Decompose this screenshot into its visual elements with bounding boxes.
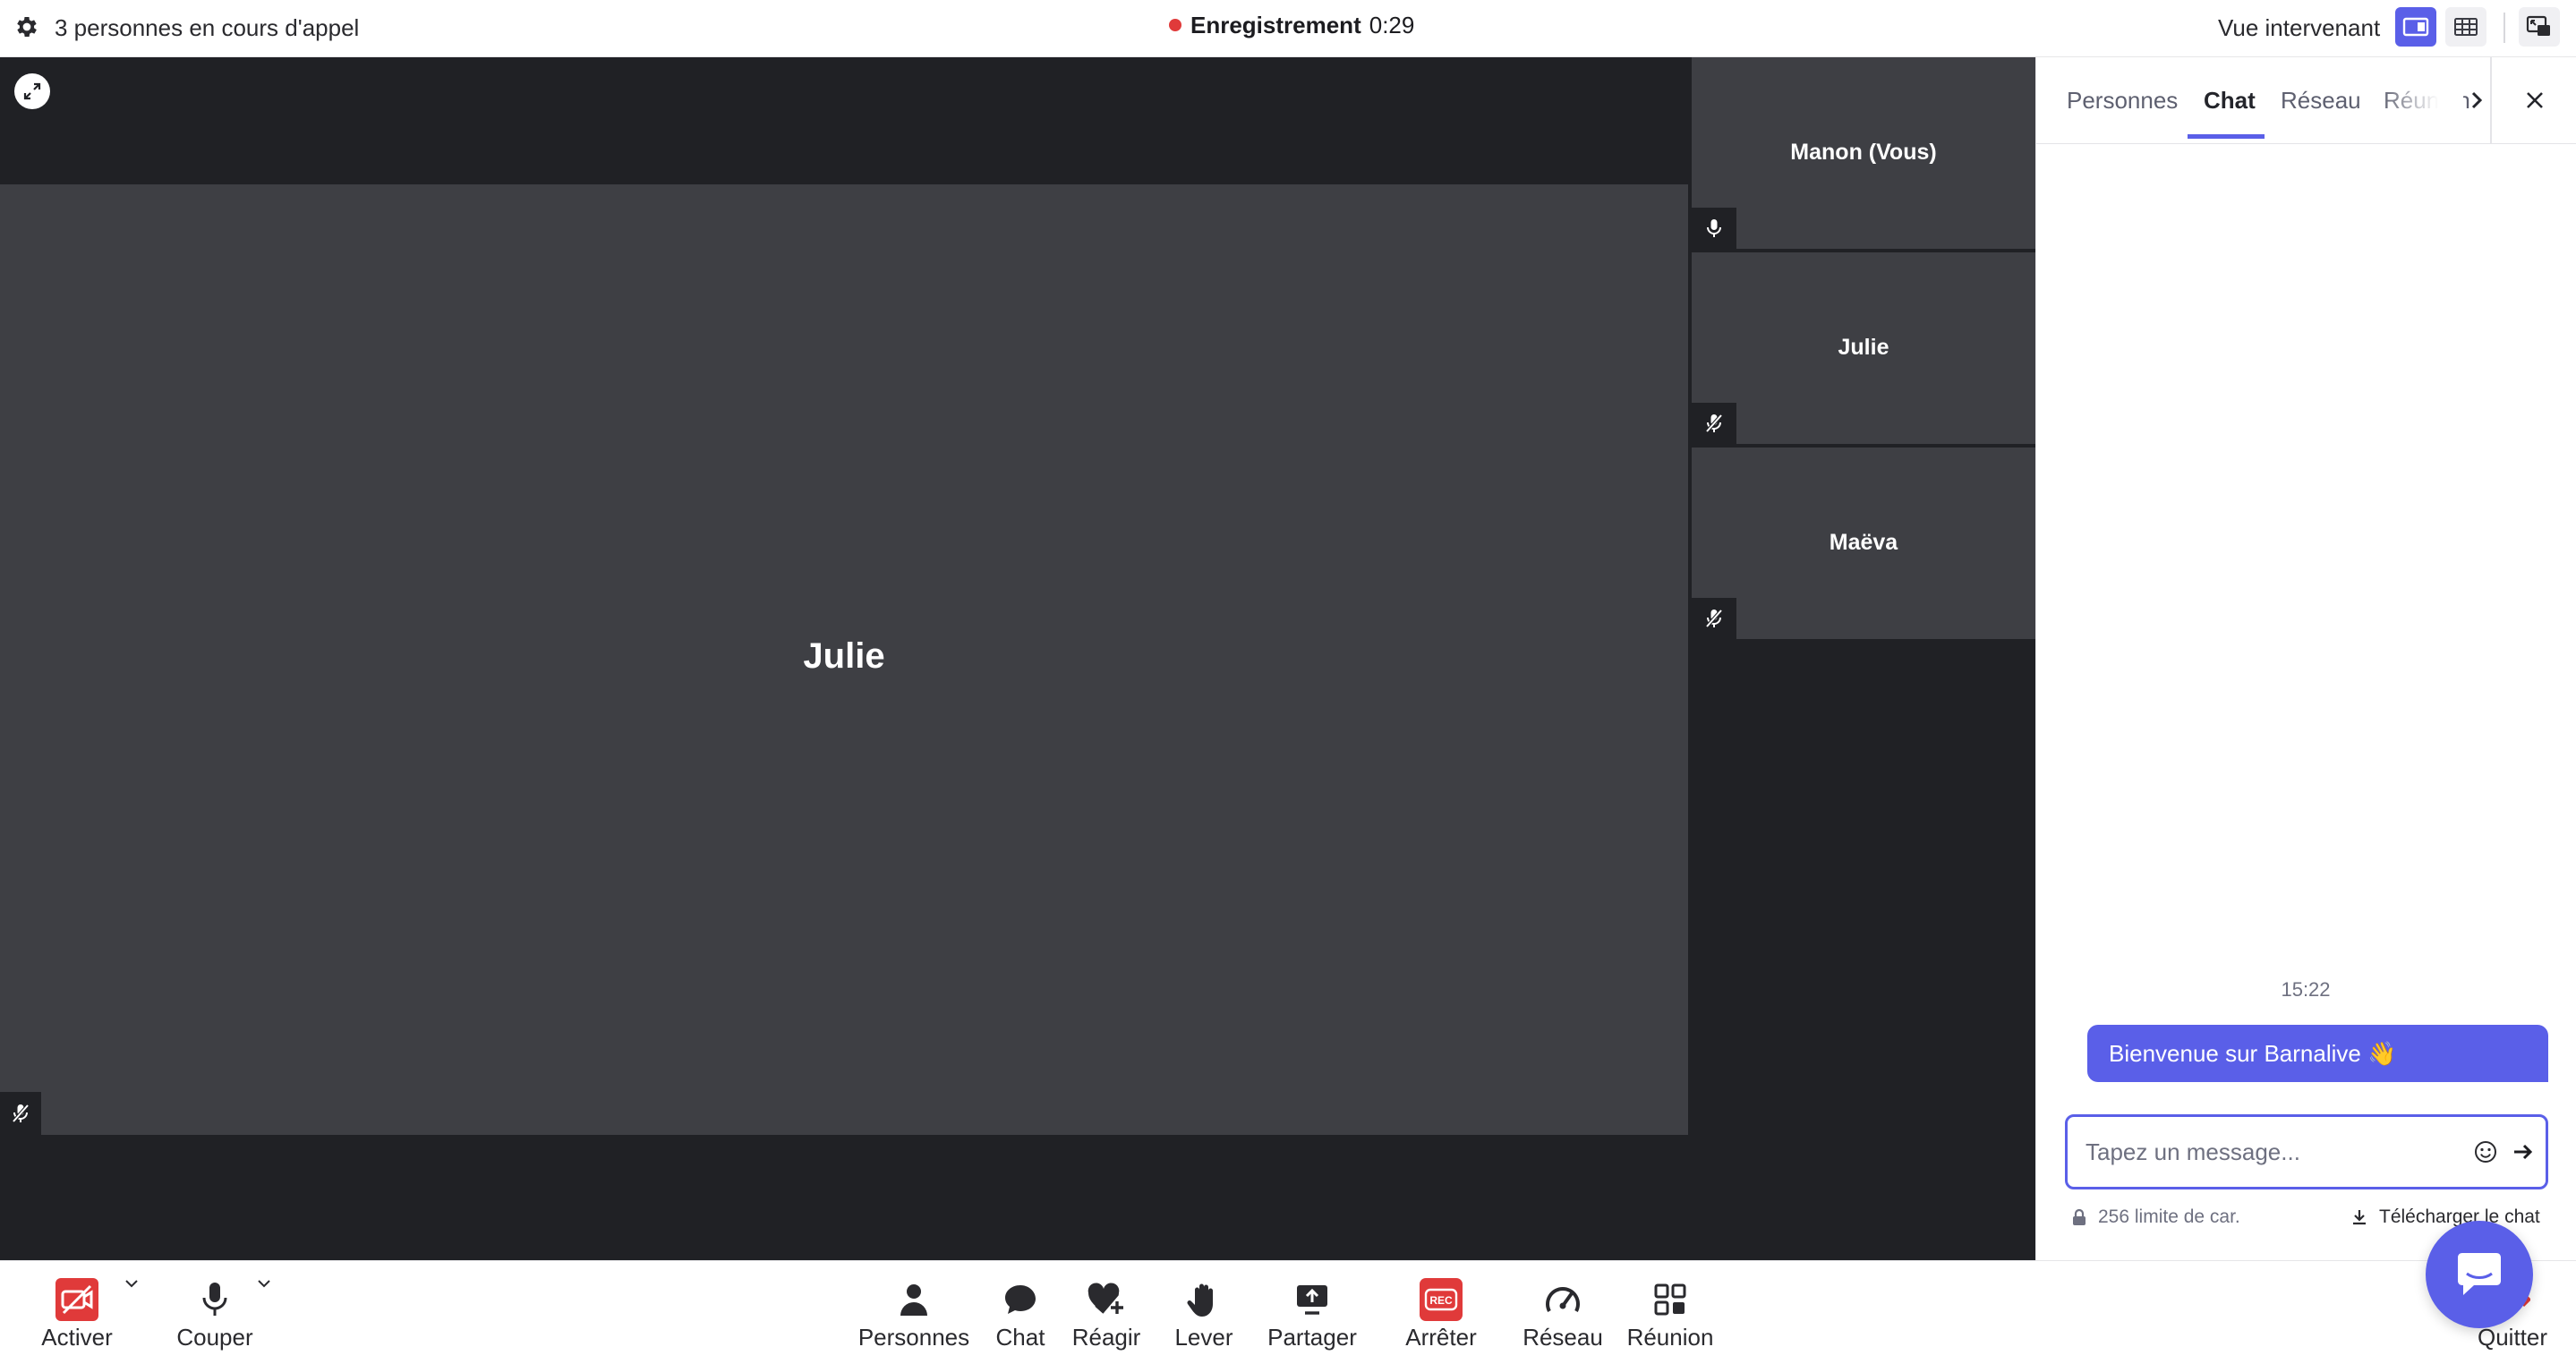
main-participant-name: Julie (803, 636, 885, 676)
main-tile-mic-status (0, 1092, 41, 1135)
tabs-divider (2490, 57, 2492, 143)
people-count: 3 personnes en cours d'appel (55, 14, 360, 41)
participant-name: Manon (Vous) (1790, 140, 1937, 165)
raise-hand-button[interactable]: Lever (1164, 1261, 1244, 1364)
emoji-button[interactable] (2469, 1135, 2503, 1169)
active-tab-indicator (2188, 134, 2265, 139)
recording-label: Enregistrement (1190, 12, 1361, 38)
react-button[interactable]: Réagir (1062, 1261, 1151, 1364)
emoji-icon (2475, 1141, 2496, 1163)
rec-badge-text: REC (1429, 1294, 1453, 1307)
expand-icon (23, 82, 41, 100)
participant-name: Maëva (1829, 530, 1898, 555)
chat-label: Chat (995, 1324, 1045, 1351)
fullscreen-button[interactable] (14, 73, 50, 109)
video-stage: Julie Manon (Vous) Julie Maëva (0, 57, 2035, 1260)
people-label: Personnes (857, 1324, 970, 1351)
chat-bubble-icon (998, 1277, 1043, 1322)
download-icon (2353, 1210, 2366, 1225)
chat-timestamp: 15:22 (2281, 978, 2331, 1001)
stop-recording-button[interactable]: REC Arrêter (1396, 1261, 1486, 1364)
mic-options-button[interactable] (254, 1261, 274, 1364)
char-limit: 256 limite de car. (2071, 1206, 2240, 1228)
gear-icon (17, 17, 37, 37)
char-limit-label: 256 limite de car. (2098, 1206, 2240, 1227)
recording-dot-icon (1169, 19, 1181, 31)
share-label: Partager (1267, 1324, 1357, 1351)
meeting-label: Réunion (1626, 1324, 1714, 1351)
meeting-button[interactable]: Réunion (1620, 1261, 1720, 1364)
chat-input-box (2065, 1114, 2548, 1189)
microphone-icon (192, 1277, 237, 1322)
network-button[interactable]: Réseau (1520, 1261, 1606, 1364)
chevron-down-icon (254, 1274, 274, 1293)
close-icon (2527, 92, 2543, 108)
bottom-toolbar: Activer Couper Personnes Chat Réagir Lev… (0, 1260, 2576, 1364)
person-icon (891, 1277, 936, 1322)
camera-button[interactable]: Activer (32, 1261, 122, 1364)
chat-support-button[interactable] (2426, 1221, 2533, 1328)
camera-off-icon (55, 1277, 99, 1322)
hand-icon (1181, 1277, 1226, 1322)
view-separator (2503, 13, 2505, 43)
send-arrow-icon (2514, 1144, 2533, 1160)
rec-icon: REC (1419, 1277, 1463, 1322)
participant-tile[interactable]: Maëva (1692, 448, 2035, 639)
grid-view-button[interactable] (2445, 7, 2486, 47)
mic-off-icon (1705, 413, 1723, 433)
chevron-right-icon (2471, 91, 2483, 109)
download-chat-button[interactable]: Télécharger le chat (2350, 1206, 2540, 1228)
send-button[interactable] (2506, 1135, 2540, 1169)
chat-button[interactable]: Chat (985, 1261, 1056, 1364)
tab-chat[interactable]: Chat (2204, 57, 2256, 144)
participant-tile[interactable]: Manon (Vous) (1692, 57, 2035, 249)
participant-tile[interactable]: Julie (1692, 252, 2035, 444)
recording-time: 0:29 (1369, 12, 1415, 38)
speaker-view-button[interactable] (2395, 7, 2436, 47)
grid-view-icon (2454, 18, 2478, 36)
lock-icon (2073, 1208, 2086, 1225)
camera-label: Activer (41, 1324, 113, 1351)
settings-button[interactable] (13, 13, 41, 41)
mic-icon (1707, 219, 1721, 237)
app: 3 personnes en cours d'appel Enregistrem… (0, 0, 2576, 1364)
chevron-down-icon (122, 1274, 141, 1293)
panel-tabs: Personnes Chat Réseau Réunion (2036, 57, 2576, 144)
view-label: Vue intervenant (2218, 14, 2381, 41)
picture-in-picture-icon (2526, 15, 2550, 36)
people-button[interactable]: Personnes (856, 1261, 972, 1364)
tab-network[interactable]: Réseau (2281, 57, 2361, 144)
dashboard-grid-icon (1648, 1277, 1693, 1322)
tab-meeting[interactable]: Réunion (2384, 57, 2470, 144)
participant-mic-status (1692, 598, 1736, 639)
react-label: Réagir (1071, 1324, 1141, 1351)
screen-share-icon (1290, 1277, 1335, 1322)
mic-off-icon (1705, 609, 1723, 628)
raise-hand-label: Lever (1174, 1324, 1233, 1351)
close-panel-button[interactable] (2513, 75, 2556, 125)
mic-button[interactable]: Couper (170, 1261, 260, 1364)
chat-support-icon (2458, 1253, 2501, 1295)
network-label: Réseau (1523, 1324, 1603, 1351)
main-video-tile[interactable]: Julie (0, 184, 1688, 1135)
participant-name: Julie (1838, 335, 1889, 360)
recording-indicator: Enregistrement 0:29 (1169, 11, 1414, 39)
participant-mic-status (1692, 208, 1736, 249)
speaker-view-icon (2402, 17, 2429, 37)
tab-people[interactable]: Personnes (2067, 57, 2178, 144)
chat-message-input[interactable] (2086, 1117, 2461, 1187)
speedometer-icon (1540, 1277, 1585, 1322)
stop-recording-label: Arrêter (1405, 1324, 1477, 1351)
tabs-scroll-right-button[interactable] (2463, 57, 2490, 143)
top-bar: 3 personnes en cours d'appel Enregistrem… (0, 0, 2576, 57)
heart-add-icon (1084, 1277, 1129, 1322)
mic-label: Couper (176, 1324, 253, 1351)
participant-mic-status (1692, 403, 1736, 444)
pip-view-button[interactable] (2519, 7, 2560, 47)
camera-options-button[interactable] (122, 1261, 141, 1364)
mic-off-icon (12, 1104, 30, 1123)
chat-message: Bienvenue sur Barnalive 👋 (2087, 1025, 2548, 1082)
share-button[interactable]: Partager (1258, 1261, 1366, 1364)
